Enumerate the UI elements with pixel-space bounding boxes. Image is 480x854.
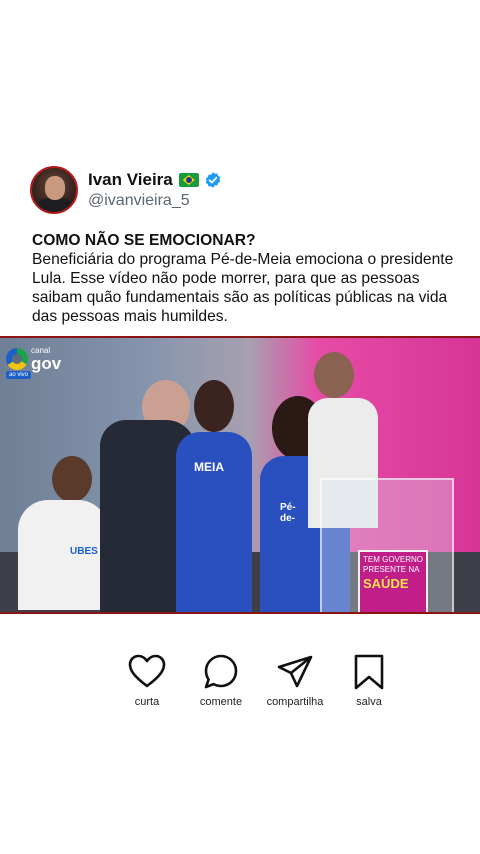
like-label: curta bbox=[134, 696, 160, 708]
save-button[interactable]: salva bbox=[332, 652, 406, 708]
heart-icon bbox=[128, 654, 166, 688]
avatar-face bbox=[45, 176, 65, 200]
podium-sign-title: SAÚDE bbox=[363, 576, 409, 591]
user-handle[interactable]: @ivanvieira_5 bbox=[88, 192, 222, 210]
avatar[interactable] bbox=[30, 166, 78, 214]
action-bar: curta comente compartilha salva bbox=[110, 652, 406, 708]
channel-logo-icon bbox=[6, 348, 28, 370]
shirt-text-pe-de: Pé-de- bbox=[280, 502, 296, 524]
channel-big-text: gov bbox=[31, 354, 62, 373]
post-header: Ivan Vieira @ivanvieira_5 bbox=[30, 166, 222, 214]
comment-icon bbox=[204, 654, 238, 689]
share-icon bbox=[277, 655, 313, 688]
comment-label: comente bbox=[199, 696, 243, 708]
save-label: salva bbox=[356, 696, 382, 708]
live-badge: ao vivo bbox=[6, 371, 32, 379]
like-button[interactable]: curta bbox=[110, 652, 184, 708]
podium-sign: TEM GOVERNO PRESENTE NA SAÚDE bbox=[358, 550, 428, 612]
user-block: Ivan Vieira @ivanvieira_5 bbox=[88, 170, 222, 210]
name-row: Ivan Vieira bbox=[88, 170, 222, 190]
post-text: COMO NÃO SE EMOCIONAR? Beneficiária do p… bbox=[32, 231, 462, 326]
share-button[interactable]: compartilha bbox=[258, 652, 332, 708]
podium-sign-line: TEM GOVERNO PRESENTE NA bbox=[363, 555, 424, 574]
comment-button[interactable]: comente bbox=[184, 652, 258, 708]
shirt-text-meia: MEIA bbox=[194, 460, 224, 474]
bookmark-icon bbox=[354, 654, 384, 690]
verified-badge-icon bbox=[205, 172, 221, 188]
video-player[interactable]: UBES MEIA Pé-de- TEM GOVERNO PRESENTE NA… bbox=[0, 336, 480, 614]
shirt-text-ubes: UBES bbox=[70, 546, 98, 557]
channel-logo: canal gov bbox=[6, 346, 61, 372]
post-body: Beneficiária do programa Pé-de-Meia emoc… bbox=[32, 251, 454, 325]
brazil-flag-icon bbox=[178, 173, 199, 187]
post-headline: COMO NÃO SE EMOCIONAR? bbox=[32, 232, 256, 249]
channel-logo-text: canal gov bbox=[31, 346, 61, 372]
display-name[interactable]: Ivan Vieira bbox=[88, 170, 173, 190]
avatar-suit bbox=[36, 198, 74, 212]
share-label: compartilha bbox=[266, 696, 324, 708]
